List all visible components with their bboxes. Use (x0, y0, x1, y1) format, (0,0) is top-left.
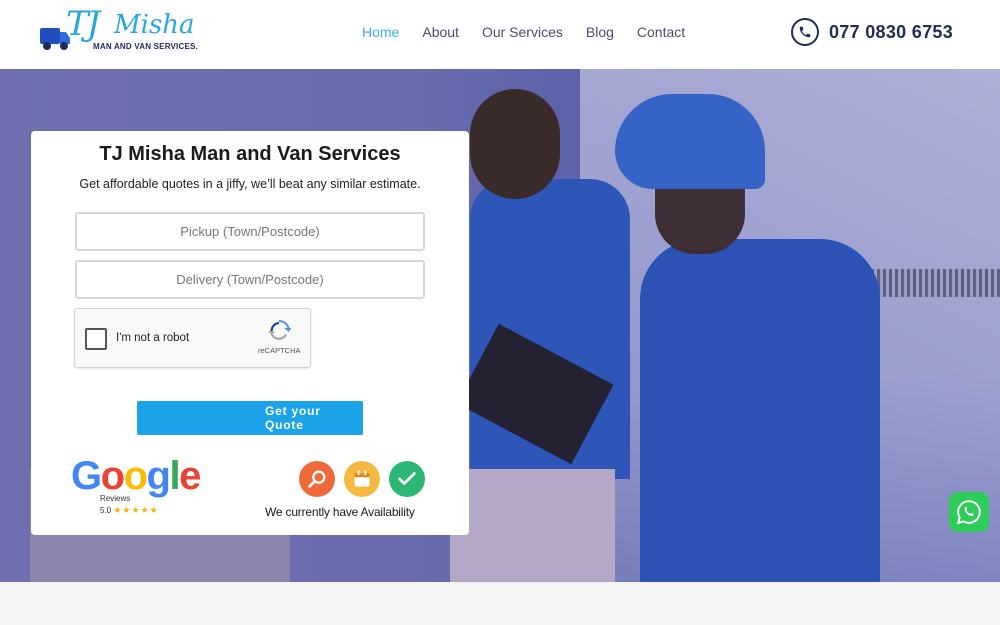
recaptcha-icon (268, 320, 291, 340)
get-quote-button[interactable]: Get your Quote (137, 401, 363, 435)
google-reviews-label: Reviews (100, 494, 131, 503)
star-rating-icon: ★★★★★ (113, 505, 159, 515)
quote-subtitle: Get affordable quotes in a jiffy, we’ll … (79, 177, 421, 191)
content-section (0, 582, 1000, 625)
hero-box (450, 469, 615, 582)
nav-home[interactable]: Home (362, 24, 399, 40)
checkmark-icon (389, 461, 425, 497)
availability-text: We currently have Availability (265, 505, 415, 519)
delivery-input[interactable] (75, 260, 425, 299)
nav-about[interactable]: About (422, 24, 459, 40)
nav-contact[interactable]: Contact (637, 24, 685, 40)
nav-blog[interactable]: Blog (586, 24, 614, 40)
whatsapp-icon (956, 500, 981, 525)
whatsapp-button[interactable] (949, 492, 989, 532)
google-rating-value: 5.0 (100, 506, 112, 515)
get-quote-label: Get your Quote (265, 404, 321, 432)
hero-worker-right (640, 239, 880, 582)
search-icon (299, 461, 335, 497)
pickup-input[interactable] (75, 212, 425, 251)
logo-tagline: MAN AND VAN SERVICES. (93, 42, 198, 51)
phone-number: 077 0830 6753 (829, 21, 954, 42)
recaptcha-label: I'm not a robot (116, 332, 190, 344)
logo-tj: TJ (66, 4, 100, 44)
site-logo[interactable]: TJ Misha MAN AND VAN SERVICES. (38, 4, 203, 60)
recaptcha-brand: reCAPTCHA (258, 346, 301, 355)
calendar-icon (344, 461, 380, 497)
phone-icon (791, 18, 819, 46)
google-logo: Google (71, 454, 201, 498)
quote-card: TJ Misha Man and Van Services Get afford… (31, 131, 469, 535)
recaptcha-widget: I'm not a robot reCAPTCHA (74, 308, 311, 368)
hero-worker-left-head (470, 89, 560, 199)
google-rating: 5.0 ★★★★★ (100, 505, 159, 516)
logo-misha: Misha (114, 10, 195, 40)
availability-badge: We currently have Availability (265, 461, 435, 521)
hero-van-grill (865, 269, 1000, 297)
recaptcha-checkbox[interactable] (85, 328, 107, 350)
google-reviews-badge[interactable]: Google Reviews 5.0 ★★★★★ (71, 456, 211, 521)
hero-worker-cap (615, 94, 765, 189)
quote-title: TJ Misha Man and Van Services (99, 143, 401, 165)
header-phone[interactable]: 077 0830 6753 (791, 18, 953, 46)
site-header: TJ Misha MAN AND VAN SERVICES. Home Abou… (0, 0, 1000, 69)
nav-our-services[interactable]: Our Services (482, 24, 563, 40)
main-nav: Home About Our Services Blog Contact (362, 24, 708, 40)
